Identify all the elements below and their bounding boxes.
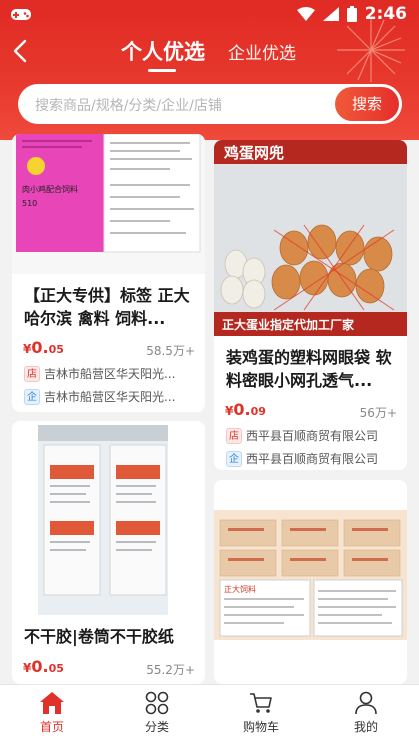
nav-cart[interactable]: 购物车 [221, 689, 301, 735]
image-title-text: 鸡蛋网兜 [223, 144, 284, 162]
nav-category-label: 分类 [144, 720, 169, 734]
shop-name[interactable]: 吉林市船营区华天阳光... [44, 365, 175, 382]
nav-profile-label: 我的 [353, 720, 378, 734]
bottom-tab-bar: 首页 分类 购物车 我的 [0, 684, 419, 744]
product-image [12, 421, 205, 617]
sticker-roll-image [12, 421, 205, 617]
home-icon [40, 692, 64, 714]
company-row[interactable]: 企 吉林市船营区华天阳光... [24, 388, 175, 405]
nav-home[interactable]: 首页 [12, 689, 92, 735]
tab-personal[interactable]: 个人优选 [121, 36, 205, 66]
shop-badge: 店 [24, 365, 40, 382]
shop-name[interactable]: 西平县百顺商贸有限公司 [246, 427, 378, 444]
product-title[interactable]: 【正大专供】标签 正大哈尔滨 禽料 饲料... [24, 284, 200, 330]
nav-home-label: 首页 [39, 720, 64, 734]
company-name[interactable]: 西平县百顺商贸有限公司 [246, 450, 378, 467]
shop-row[interactable]: 店 吉林市船营区华天阳光... [24, 365, 175, 382]
product-image: 正大饲料 [214, 480, 407, 640]
gamepad-icon [11, 9, 31, 20]
active-tab-indicator [148, 69, 176, 72]
feed-bag-label-image: 正大饲料 [214, 480, 407, 640]
image-label-code: 510 [22, 199, 37, 208]
company-badge: 企 [226, 450, 242, 467]
image-label-text: 正大饲料 [224, 584, 256, 594]
product-title[interactable]: 不干胶|卷筒不干胶纸 [24, 625, 200, 648]
product-price: ¥0.05 [23, 338, 64, 357]
sales-count: 58.5万+ [146, 344, 195, 358]
product-price: ¥0.05 [23, 657, 64, 676]
product-card[interactable]: 不干胶|卷筒不干胶纸 ¥0.05 55.2万+ [12, 421, 205, 684]
egg-net-image: 鸡蛋网兜 正大蛋业指定代加工厂家 [214, 140, 407, 336]
cart-icon [250, 693, 272, 713]
sales-count: 56万+ [359, 406, 397, 420]
product-card[interactable]: 正大饲料 [214, 480, 407, 684]
product-card[interactable]: 鸡蛋网兜 正大蛋业指定代加工厂家 装鸡蛋的塑料网眼袋 软料密眼小网孔透气... … [214, 140, 407, 470]
search-button[interactable]: 搜索 [335, 87, 399, 121]
image-banner-text: 正大蛋业指定代加工厂家 [222, 317, 355, 332]
nav-category[interactable]: 分类 [117, 689, 197, 735]
shop-row[interactable]: 店 西平县百顺商贸有限公司 [226, 427, 378, 444]
wifi-icon [296, 7, 315, 21]
battery-icon [346, 6, 357, 22]
company-row[interactable]: 企 西平县百顺商贸有限公司 [226, 450, 378, 467]
back-arrow-icon[interactable] [10, 38, 34, 64]
status-bar: 2:46 [0, 0, 419, 30]
signal-icon [322, 7, 339, 21]
sales-count: 55.2万+ [146, 663, 195, 677]
company-badge: 企 [24, 388, 40, 405]
status-time: 2:46 [364, 4, 407, 24]
tab-company[interactable]: 企业优选 [228, 39, 296, 64]
top-nav: 个人优选 企业优选 [0, 30, 419, 74]
product-title[interactable]: 装鸡蛋的塑料网眼袋 软料密眼小网孔透气... [226, 346, 402, 392]
nav-cart-label: 购物车 [242, 720, 279, 734]
product-image: 肉小鸡配合饲料 510 [12, 134, 205, 274]
nav-profile[interactable]: 我的 [326, 689, 406, 735]
category-icon [145, 691, 169, 715]
company-name[interactable]: 吉林市船营区华天阳光... [44, 388, 175, 405]
product-price: ¥0.09 [225, 400, 266, 419]
product-card[interactable]: 肉小鸡配合饲料 510 【正大专供】标签 正大哈尔滨 禽料 饲料... ¥0.0… [12, 134, 205, 412]
product-image: 鸡蛋网兜 正大蛋业指定代加工厂家 [214, 140, 407, 336]
feed-label-image: 肉小鸡配合饲料 510 [12, 134, 205, 274]
search-input[interactable]: 搜索商品/规格/分类/企业/店铺 [35, 95, 222, 115]
shop-badge: 店 [226, 427, 242, 444]
search-bar[interactable]: 搜索商品/规格/分类/企业/店铺 搜索 [18, 84, 402, 124]
image-label-text: 肉小鸡配合饲料 [22, 184, 78, 194]
user-icon [355, 691, 377, 715]
